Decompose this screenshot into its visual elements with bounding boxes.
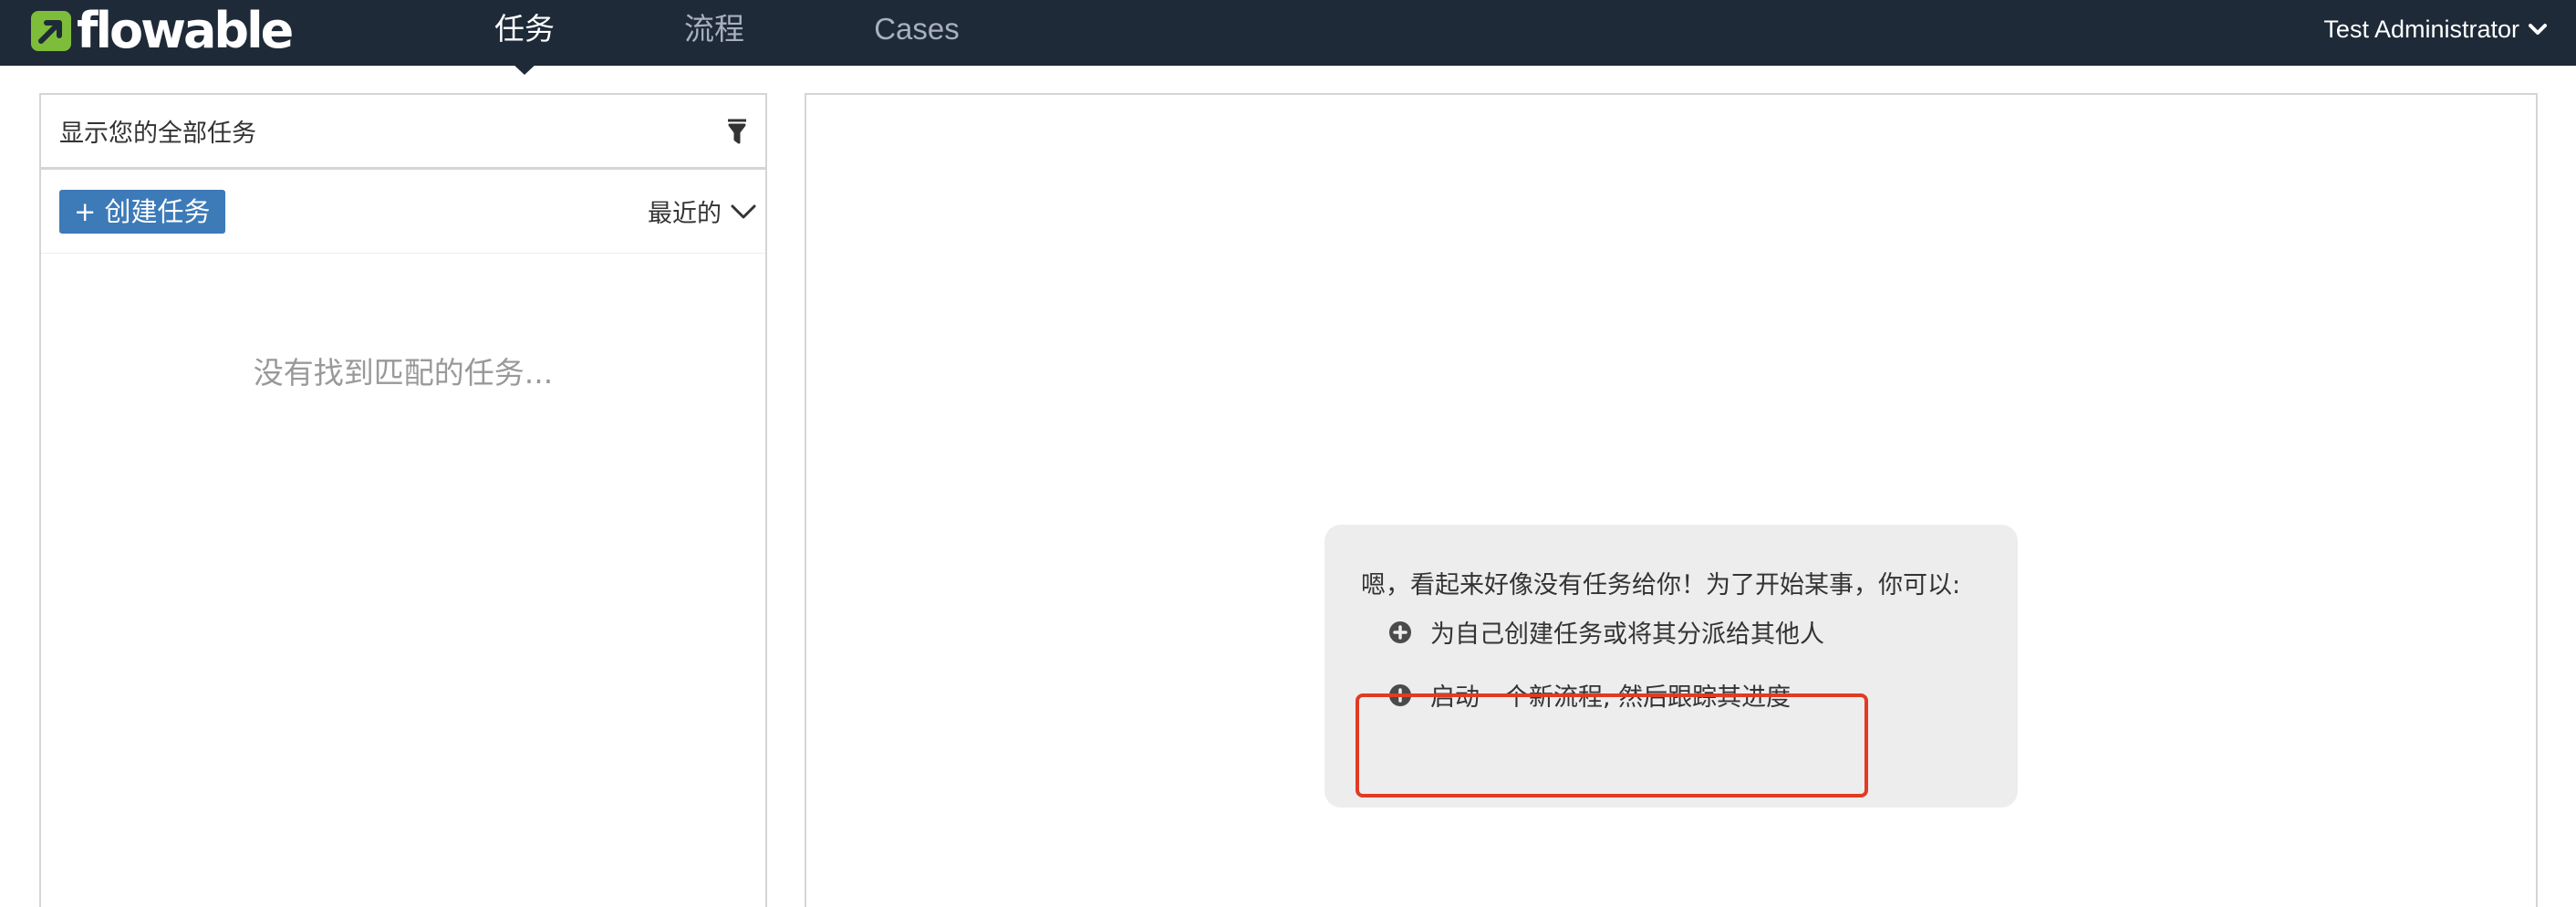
help-intro-text: 嗯，看起来好像没有任务给你！为了开始某事，你可以: [1361, 571, 1961, 599]
create-task-action[interactable]: 为自己创建任务或将其分派给其他人 [1388, 614, 1824, 650]
task-list-toolbar: + 创建任务 最近的 [41, 170, 765, 254]
flowable-logo[interactable]: flowable [29, 2, 294, 59]
active-tab-indicator [511, 62, 538, 75]
filter-label: 显示您的全部任务 [59, 120, 256, 148]
tab-processes[interactable]: 流程 [678, 0, 751, 66]
filter-icon[interactable] [727, 119, 747, 144]
highlight-annotation [1356, 693, 1868, 798]
create-task-button[interactable]: + 创建任务 [59, 189, 225, 234]
brand-name: flowable [77, 2, 294, 59]
user-menu[interactable]: Test Administrator [2323, 0, 2547, 58]
tab-cases[interactable]: Cases [862, 0, 971, 66]
sort-dropdown[interactable]: 最近的 [648, 193, 756, 229]
empty-task-message: 没有找到匹配的任务... [253, 355, 554, 391]
user-name: Test Administrator [2323, 16, 2519, 43]
create-task-action-label: 为自己创建任务或将其分派给其他人 [1430, 620, 1824, 649]
task-list-panel: 显示您的全部任务 + 创建任务 最近的 没有找到匹配的任务... [39, 93, 767, 907]
chevron-down-icon [2529, 24, 2547, 35]
flowable-logo-icon [31, 11, 71, 51]
tab-tasks[interactable]: 任务 [488, 0, 561, 66]
task-filter-bar[interactable]: 显示您的全部任务 [41, 95, 765, 170]
chevron-down-icon [731, 204, 756, 218]
top-navbar: flowable 任务 流程 Cases Test Administrator [0, 0, 2576, 66]
plus-circle-icon [1389, 620, 1411, 643]
sort-label: 最近的 [648, 200, 722, 228]
